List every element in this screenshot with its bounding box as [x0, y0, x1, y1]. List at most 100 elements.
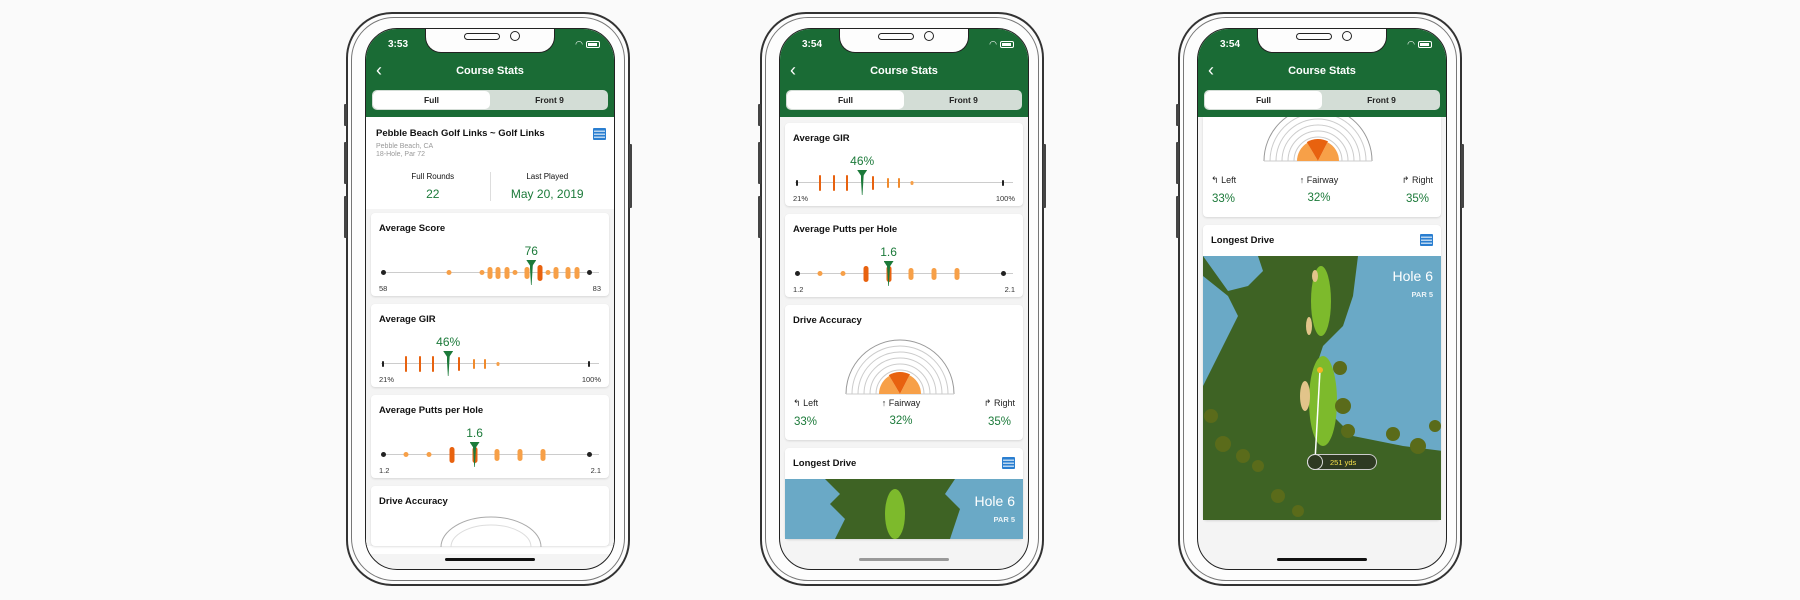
- page-title: Course Stats: [456, 65, 524, 77]
- fairway-label: Fairway: [1306, 175, 1339, 185]
- arrow-up-icon: ↑: [881, 398, 887, 408]
- average-putts-chart: 1.6 1.2 2.1: [785, 235, 1023, 297]
- min-endpoint: [796, 179, 798, 186]
- accuracy-stats: ↰ Left 33% ↑ Fairway 32% ↱ Right 35%: [1203, 163, 1441, 217]
- drive-accuracy-card[interactable]: Drive Accuracy ↰ Left 33% ↑ Fairway 32% ↱ …: [785, 305, 1023, 440]
- average-gir-card[interactable]: Average GIR 46% 21% 100%: [785, 123, 1023, 206]
- max-endpoint: [588, 360, 590, 367]
- longest-drive-card[interactable]: Longest Drive Hole 6 PAR 5 251 yds: [1203, 225, 1441, 520]
- status-time: 3:54: [1220, 39, 1241, 50]
- data-point: [487, 266, 493, 279]
- data-point: [483, 358, 486, 369]
- fairway-value: 32%: [1307, 192, 1331, 204]
- max-label: 100%: [581, 375, 601, 384]
- min-label: 1.2: [379, 466, 390, 475]
- home-indicator[interactable]: [1277, 557, 1367, 561]
- data-point: [819, 174, 822, 191]
- data-point: [832, 174, 835, 191]
- min-label: 21%: [379, 375, 395, 384]
- average-gir-chart: 46% 21% 100%: [785, 144, 1023, 206]
- range-track: [381, 454, 599, 455]
- hole-map-graphic: [825, 479, 960, 539]
- home-indicator[interactable]: [859, 557, 949, 561]
- data-point: [418, 355, 421, 372]
- data-point: [496, 361, 500, 366]
- segment-full[interactable]: Full: [1205, 91, 1322, 109]
- power-button: [1461, 144, 1464, 208]
- left-label: Left: [803, 398, 819, 408]
- max-endpoint: [586, 269, 592, 275]
- phone-frame-2: 3:54 ◠ ‹ Course Stats Full Front 9 Avera…: [758, 12, 1046, 586]
- card-title: Drive Accuracy: [379, 496, 448, 507]
- data-point: [871, 175, 874, 190]
- battery-icon: [1418, 41, 1432, 48]
- battery-icon: [1000, 41, 1014, 48]
- max-label: 100%: [995, 194, 1015, 203]
- min-label: 21%: [793, 194, 809, 203]
- data-point: [537, 264, 543, 281]
- volume-down-button: [758, 196, 761, 238]
- screen-2: 3:54 ◠ ‹ Course Stats Full Front 9 Avera…: [779, 28, 1029, 570]
- notch: [425, 29, 555, 53]
- data-point: [494, 448, 500, 461]
- segment-full[interactable]: Full: [787, 91, 904, 109]
- average-value: 76: [524, 244, 538, 258]
- hole-map[interactable]: Hole 6 PAR 5: [785, 479, 1023, 539]
- average-putts-card[interactable]: Average Putts per Hole 1.6 1.2 2.1: [371, 395, 609, 478]
- data-point: [449, 446, 455, 463]
- segment-front-9[interactable]: Front 9: [905, 90, 1022, 110]
- wifi-icon: ◠: [1407, 39, 1415, 49]
- volume-down-button: [344, 196, 347, 238]
- wifi-icon: ◠: [989, 39, 997, 49]
- drive-accuracy-card[interactable]: Drive Accuracy: [371, 486, 609, 547]
- home-indicator[interactable]: [445, 557, 535, 561]
- segment-front-9[interactable]: Front 9: [1323, 90, 1440, 110]
- status-icons: ◠: [1407, 39, 1432, 50]
- calendar-icon[interactable]: [593, 128, 606, 140]
- card-title: Average Putts per Hole: [379, 405, 484, 416]
- left-value: 33%: [794, 416, 818, 428]
- segment-full[interactable]: Full: [373, 91, 490, 109]
- accuracy-arc-partial: [440, 516, 542, 547]
- data-point: [840, 271, 846, 276]
- card-title: Average GIR: [379, 314, 436, 325]
- hole-number: Hole 6: [974, 493, 1015, 509]
- course-summary: Full Rounds 22 Last Played May 20, 2019: [376, 172, 604, 201]
- min-endpoint: [794, 270, 800, 276]
- data-point: [504, 266, 510, 279]
- min-label: 1.2: [793, 285, 804, 294]
- turn-right-icon: ↱: [983, 398, 992, 408]
- status-time: 3:53: [388, 39, 409, 50]
- data-point: [931, 267, 937, 280]
- data-point: [426, 452, 432, 457]
- average-score-card[interactable]: Average Score 76 58 83: [371, 213, 609, 296]
- turn-left-icon: ↰: [793, 398, 801, 408]
- battery-icon: [586, 41, 600, 48]
- data-point: [897, 177, 900, 188]
- calendar-icon[interactable]: [1420, 234, 1433, 246]
- calendar-icon[interactable]: [1002, 457, 1015, 469]
- accuracy-semicircle: [845, 339, 955, 395]
- range-track: [795, 273, 1013, 274]
- volume-up-button: [758, 142, 761, 184]
- data-point: [887, 177, 890, 188]
- hole-map[interactable]: Hole 6 PAR 5 251 yds: [1203, 256, 1441, 520]
- data-point: [431, 355, 434, 372]
- average-putts-card[interactable]: Average Putts per Hole 1.6 1.2 2.1: [785, 214, 1023, 297]
- hole-par: PAR 5: [993, 515, 1015, 524]
- last-played-label: Last Played: [526, 172, 569, 181]
- notch: [1257, 29, 1387, 53]
- phone-frame-1: 3:53 ◠ ‹ Course Stats Full Front 9 Pebbl…: [344, 12, 632, 586]
- data-point: [473, 358, 476, 369]
- longest-drive-card[interactable]: Longest Drive Hole 6 PAR 5: [785, 448, 1023, 539]
- data-point: [540, 448, 546, 461]
- turn-right-icon: ↱: [1401, 175, 1410, 185]
- average-gir-card[interactable]: Average GIR 46% 21% 100%: [371, 304, 609, 387]
- distance-badge: 251 yds: [1307, 454, 1377, 470]
- data-point: [574, 266, 580, 279]
- segment-front-9[interactable]: Front 9: [491, 90, 608, 110]
- max-label: 2.1: [590, 466, 601, 475]
- power-button: [629, 144, 632, 208]
- average-gir-chart: 46% 21% 100%: [371, 325, 609, 387]
- drive-accuracy-card[interactable]: ↰ Left 33% ↑ Fairway 32% ↱ Right 35%: [1203, 117, 1441, 217]
